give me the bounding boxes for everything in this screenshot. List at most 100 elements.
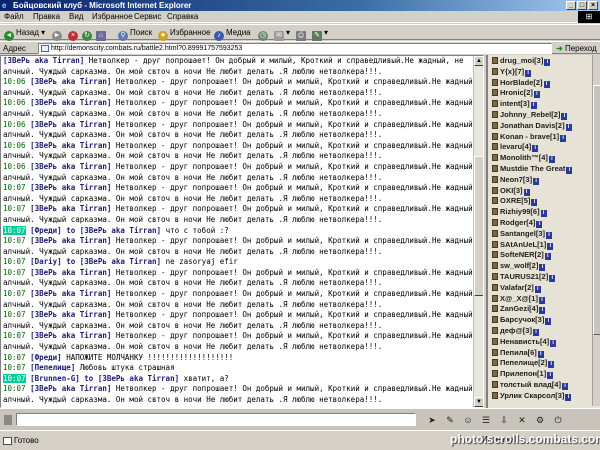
- user-name[interactable]: intent[3]: [500, 99, 530, 108]
- scroll-up-icon[interactable]: ▲: [474, 56, 483, 66]
- chat-nick[interactable]: [Пепелище]: [30, 363, 75, 372]
- search-button[interactable]: ⚲ Поиск: [118, 27, 152, 41]
- chat-nick[interactable]: [Brunnen-G] to [ЗВеРь aka Tirran]: [30, 374, 179, 383]
- user-name[interactable]: Mustdie The Great: [500, 164, 565, 173]
- chat-timestamp[interactable]: 10:06: [3, 120, 26, 129]
- chat-nick[interactable]: [ЗВеРь aka Tirran]: [30, 141, 111, 150]
- user-info-icon[interactable]: i: [530, 102, 537, 110]
- user-info-icon[interactable]: i: [566, 166, 573, 174]
- menu-view[interactable]: Вид: [69, 11, 83, 23]
- user-info-icon[interactable]: i: [531, 199, 538, 207]
- user-name[interactable]: Neon7[3]: [500, 175, 532, 184]
- user-info-icon[interactable]: i: [523, 188, 530, 196]
- user-list-item[interactable]: sw_wolf[2] i: [492, 261, 596, 272]
- user-info-icon[interactable]: i: [547, 372, 554, 380]
- user-list-item[interactable]: Прилепон[1] i: [492, 369, 596, 380]
- chat-timestamp[interactable]: 10:06: [3, 141, 26, 150]
- chat-timestamp[interactable]: 10:06: [3, 98, 26, 107]
- user-list-item[interactable]: Neon7[3] i: [492, 175, 596, 186]
- user-name[interactable]: Santangel[3]: [500, 229, 545, 238]
- chat-timestamp[interactable]: 10:07: [3, 331, 26, 340]
- menu-favorites[interactable]: Избранное: [92, 11, 133, 23]
- chat-timestamp[interactable]: 10:06: [3, 162, 26, 171]
- user-list-item[interactable]: Johnny_Rebel[2] i: [492, 110, 596, 121]
- print-button[interactable]: ⎙: [296, 27, 308, 41]
- user-info-icon[interactable]: i: [532, 328, 539, 336]
- chat-timestamp[interactable]: 10:06: [3, 77, 26, 86]
- chat-nick[interactable]: [ЗВеРь aka Tirran]: [30, 77, 111, 86]
- favorites-button[interactable]: ★ Избранное: [158, 27, 211, 41]
- user-name[interactable]: Барсучок[3]: [500, 315, 544, 324]
- user-name[interactable]: X@_X@[1]: [500, 294, 538, 303]
- user-list-item[interactable]: Valafar[2] i: [492, 283, 596, 294]
- exit-icon[interactable]: ⏻: [550, 413, 566, 427]
- user-list-item[interactable]: Урлик Скарсол[3] i: [492, 391, 596, 402]
- user-name[interactable]: Урлик Скарсол[3]: [500, 391, 564, 400]
- chat-timestamp[interactable]: 10:07: [3, 268, 26, 277]
- user-list-item[interactable]: Барсучок[3] i: [492, 315, 596, 326]
- user-info-icon[interactable]: i: [544, 253, 551, 261]
- history-button[interactable]: ◷: [258, 27, 270, 41]
- smiley-icon[interactable]: ☺: [460, 413, 476, 427]
- chat-nick[interactable]: [ЗВеРь aka Tirran]: [30, 331, 111, 340]
- chat-timestamp[interactable]: 10:07: [3, 384, 26, 393]
- user-list-item[interactable]: Jonathan Davis[2] i: [492, 121, 596, 132]
- user-name[interactable]: ZanGezi[4]: [500, 304, 538, 313]
- close-button[interactable]: ×: [588, 1, 598, 10]
- chat-input[interactable]: [16, 413, 416, 426]
- user-name[interactable]: OXRE[5]: [500, 196, 530, 205]
- user-list-item[interactable]: Rizhiy99[6] i: [492, 207, 596, 218]
- user-info-icon[interactable]: i: [543, 80, 550, 88]
- chat-nick[interactable]: [ЗВеРь aka Tirran]: [30, 98, 111, 107]
- user-list-item[interactable]: OXRE[5] i: [492, 196, 596, 207]
- user-info-icon[interactable]: i: [548, 156, 555, 164]
- user-info-icon[interactable]: i: [550, 339, 557, 347]
- edit-button[interactable]: ✎ ▾: [312, 27, 328, 41]
- chat-scrollbar[interactable]: ▲ ▼: [473, 56, 483, 407]
- user-info-icon[interactable]: i: [536, 220, 543, 228]
- user-list-item[interactable]: Monolith™[4] i: [492, 153, 596, 164]
- media-button[interactable]: ♪ Медиа: [214, 27, 251, 41]
- user-list-item[interactable]: intent[3] i: [492, 99, 596, 110]
- menu-edit[interactable]: Правка: [33, 11, 60, 23]
- user-info-icon[interactable]: i: [540, 210, 547, 218]
- user-info-icon[interactable]: i: [548, 361, 555, 369]
- user-list-item[interactable]: деф@[3] i: [492, 326, 596, 337]
- user-list-item[interactable]: drug_moi[3] i: [492, 56, 596, 67]
- chat-nick[interactable]: [ЗВеРь aka Tirran]: [30, 268, 111, 277]
- refresh-button[interactable]: ↻: [82, 27, 94, 41]
- user-name[interactable]: Rizhiy99[6]: [500, 207, 540, 216]
- user-info-icon[interactable]: i: [533, 91, 540, 99]
- user-list-item[interactable]: Hronic[2] i: [492, 88, 596, 99]
- user-info-icon[interactable]: i: [565, 393, 572, 401]
- chat-timestamp[interactable]: 10:07: [3, 373, 26, 383]
- user-name[interactable]: Valafar[2]: [500, 283, 534, 292]
- user-info-icon[interactable]: i: [549, 274, 556, 282]
- menu-tools[interactable]: Сервис: [134, 11, 161, 23]
- user-info-icon[interactable]: i: [560, 134, 567, 142]
- user-name[interactable]: Jonathan Davis[2]: [500, 121, 565, 130]
- chat-nick[interactable]: [ЗВеРь aka Tirran]: [30, 310, 111, 319]
- user-name[interactable]: OKI[3]: [500, 186, 523, 195]
- chat-timestamp[interactable]: 10:07: [3, 363, 26, 372]
- menu-help[interactable]: Справка: [167, 11, 198, 23]
- user-name[interactable]: Johnny_Rebel[2]: [500, 110, 560, 119]
- user-name[interactable]: levaru[4]: [500, 142, 531, 151]
- chat-timestamp[interactable]: 10:07: [3, 353, 26, 362]
- user-info-icon[interactable]: i: [561, 112, 568, 120]
- user-info-icon[interactable]: i: [534, 285, 541, 293]
- back-button[interactable]: ◄ Назад ▾: [4, 27, 45, 41]
- user-name[interactable]: SofteNER[2]: [500, 250, 544, 259]
- user-list-item[interactable]: толстый влад[4] i: [492, 380, 596, 391]
- user-info-icon[interactable]: i: [525, 69, 532, 77]
- home-button[interactable]: ⌂: [96, 27, 108, 41]
- chat-nick[interactable]: [ЗВеРь aka Tirran]: [30, 162, 111, 171]
- user-name[interactable]: Konan - brave[1]: [500, 132, 559, 141]
- user-name[interactable]: Прилепон[1]: [500, 369, 546, 378]
- user-list-item[interactable]: Y{x}[7] i: [492, 67, 596, 78]
- user-list-item[interactable]: Ненависть[4] i: [492, 337, 596, 348]
- user-list-item[interactable]: Rodger[4] i: [492, 218, 596, 229]
- user-info-icon[interactable]: i: [533, 177, 540, 185]
- chat-nick[interactable]: [Фреди] to [ЗВеРь aka Tirran]: [30, 226, 161, 235]
- user-list-item[interactable]: X@_X@[1] i: [492, 294, 596, 305]
